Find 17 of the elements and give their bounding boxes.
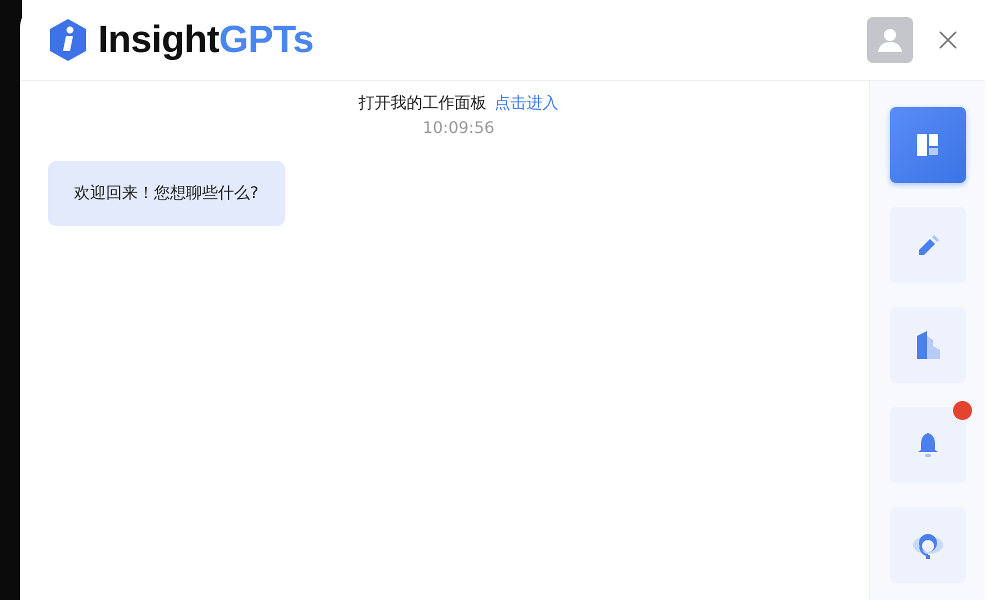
user-avatar[interactable] [867, 17, 913, 63]
logo-icon [48, 18, 88, 62]
sidebar-button[interactable] [890, 207, 966, 283]
sidebar-button[interactable] [890, 107, 966, 183]
close-button[interactable] [939, 31, 957, 49]
timestamp: 10:09:56 [422, 118, 494, 137]
building-icon [914, 330, 940, 360]
sidebar-button[interactable] [890, 507, 966, 583]
sidebar-button[interactable] [890, 307, 966, 383]
sidebar-button[interactable] [890, 407, 966, 483]
bell-icon [916, 432, 940, 458]
brand-name: Insight [98, 18, 220, 60]
enter-link[interactable]: 点击进入 [494, 93, 558, 114]
chat-message: 欢迎回来！您想聊些什么? [48, 161, 284, 226]
brand-name-accent: GPTs [219, 18, 314, 60]
notice-text: 打开我的工作面板 [358, 93, 486, 114]
board-icon [916, 133, 940, 157]
